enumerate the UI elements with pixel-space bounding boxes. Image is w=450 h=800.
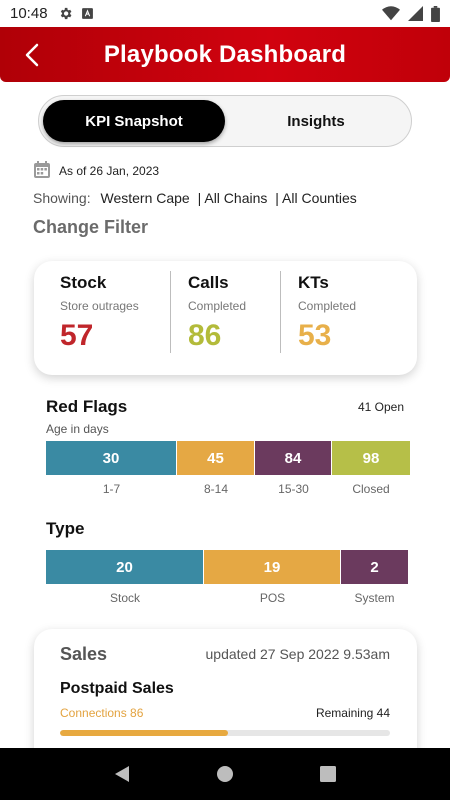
red-flags-segment-8-14[interactable]: 45 bbox=[177, 441, 255, 475]
type-title: Type bbox=[46, 519, 85, 538]
android-icon bbox=[81, 7, 94, 20]
system-nav-bar bbox=[0, 748, 450, 800]
kpi-value: 53 bbox=[298, 319, 332, 352]
type-label: System bbox=[354, 591, 395, 605]
back-button[interactable] bbox=[18, 41, 46, 69]
kpi-value: 86 bbox=[188, 319, 222, 352]
kpi-title: KTs bbox=[298, 273, 329, 292]
remaining-count: Remaining 44 bbox=[315, 706, 390, 720]
red-flags-label: Closed bbox=[352, 482, 390, 496]
kpi-kts[interactable]: KTs Completed 53 bbox=[298, 273, 356, 353]
tab-insights[interactable]: Insights bbox=[225, 100, 407, 142]
kpi-divider bbox=[170, 271, 171, 353]
signal-icon bbox=[408, 6, 423, 21]
app-screen: 10:48 Playbook Dashboard KPI Snapshot In… bbox=[0, 0, 450, 800]
kpi-subtitle: Completed bbox=[298, 299, 357, 313]
as-of-date: As of 26 Jan, 2023 bbox=[34, 161, 159, 181]
recents-square-icon bbox=[320, 766, 337, 782]
kpi-subtitle: Store outrages bbox=[60, 299, 139, 313]
kpi-stock[interactable]: Stock Store outrages 57 bbox=[60, 273, 139, 353]
connections-count: Connections 86 bbox=[60, 706, 144, 720]
red-flags-title: Red Flags bbox=[46, 397, 128, 416]
kpi-card: Stock Store outrages 57 Calls Completed … bbox=[34, 261, 417, 375]
calendar-icon bbox=[34, 161, 50, 181]
type-segment-system[interactable]: 2 bbox=[341, 550, 408, 584]
kpi-title: Calls bbox=[188, 273, 229, 292]
sales-updated-timestamp: updated 27 Sep 2022 9.53am bbox=[205, 646, 391, 662]
kpi-value: 57 bbox=[60, 319, 94, 352]
battery-icon bbox=[431, 5, 440, 22]
red-flags-label: 15-30 bbox=[278, 482, 309, 496]
wifi-icon bbox=[382, 6, 400, 21]
red-flags-segment-1-7[interactable]: 30 bbox=[46, 441, 177, 475]
nav-home-button[interactable] bbox=[205, 754, 245, 794]
status-time: 10:48 bbox=[10, 5, 48, 22]
postpaid-progress-fill bbox=[60, 730, 229, 736]
filter-label: Showing: bbox=[33, 190, 91, 206]
red-flags-label: 8-14 bbox=[203, 482, 229, 496]
postpaid-progress-bar bbox=[60, 730, 390, 736]
type-bar: 20 19 2 bbox=[46, 550, 408, 584]
chevron-left-icon bbox=[25, 43, 39, 67]
filter-region: Western Cape bbox=[100, 190, 190, 206]
red-flags-bar: 30 45 84 98 bbox=[46, 441, 410, 475]
as-of-text: As of 26 Jan, 2023 bbox=[59, 164, 160, 178]
type-label: Stock bbox=[109, 591, 140, 605]
page-title: Playbook Dashboard bbox=[103, 40, 347, 68]
nav-recents-button[interactable] bbox=[308, 754, 348, 794]
type-label: POS bbox=[259, 591, 286, 605]
filter-counties: | All Counties bbox=[275, 190, 357, 206]
red-flags-segment-15-30[interactable]: 84 bbox=[255, 441, 332, 475]
type-segment-stock[interactable]: 20 bbox=[46, 550, 204, 584]
home-circle-icon bbox=[216, 766, 233, 782]
filter-summary: Showing: Western Cape | All Chains | All… bbox=[33, 190, 361, 206]
change-filter-link[interactable]: Change Filter bbox=[33, 217, 148, 238]
nav-back-button[interactable] bbox=[102, 754, 142, 794]
kpi-title: Stock bbox=[60, 273, 107, 292]
back-triangle-icon bbox=[114, 766, 129, 782]
red-flags-labels: 1-7 8-14 15-30 Closed bbox=[46, 482, 410, 496]
type-segment-pos[interactable]: 19 bbox=[204, 550, 341, 584]
app-header: Playbook Dashboard bbox=[0, 27, 450, 82]
status-bar: 10:48 bbox=[0, 0, 450, 27]
red-flags-label: 1-7 bbox=[102, 482, 121, 496]
tab-kpi-snapshot[interactable]: KPI Snapshot bbox=[43, 100, 225, 142]
red-flags-open-count: 41 Open bbox=[357, 400, 404, 414]
kpi-subtitle: Completed bbox=[188, 299, 247, 313]
type-labels: Stock POS System bbox=[46, 591, 408, 605]
sales-title: Sales bbox=[60, 644, 108, 664]
red-flags-segment-closed[interactable]: 98 bbox=[332, 441, 410, 475]
kpi-divider bbox=[280, 271, 281, 353]
red-flags-subtitle: Age in days bbox=[46, 422, 109, 436]
postpaid-sales-title: Postpaid Sales bbox=[60, 680, 174, 697]
tab-switcher: KPI Snapshot Insights bbox=[38, 95, 412, 147]
gear-icon bbox=[58, 6, 73, 21]
kpi-calls[interactable]: Calls Completed 86 bbox=[188, 273, 246, 353]
filter-chains: | All Chains bbox=[197, 190, 268, 206]
